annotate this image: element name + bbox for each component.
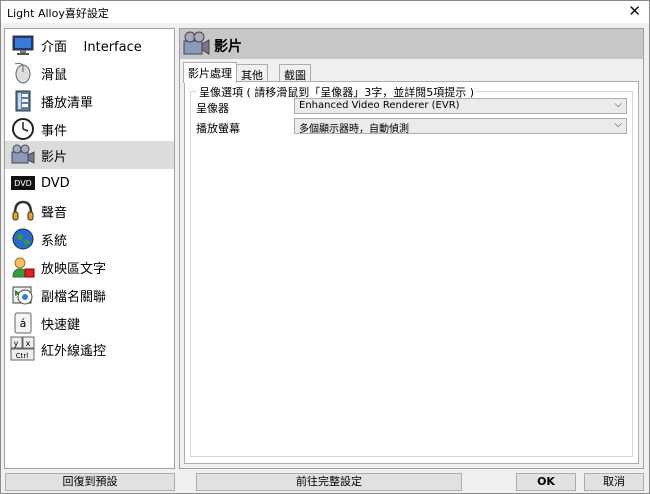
sidebar-item-osd-text[interactable]: 放映區文字 bbox=[5, 253, 174, 281]
playlist-icon bbox=[10, 89, 36, 113]
sidebar-item-system[interactable]: 系統 bbox=[5, 225, 174, 253]
hotkey-icon: á bbox=[10, 311, 36, 335]
tab-video-processing[interactable]: 影片處理 bbox=[183, 62, 237, 83]
cancel-button[interactable]: 取消 bbox=[584, 473, 644, 491]
settings-panel: 影片 影片處理 其他 截圖 呈像選項 ( 請移滑鼠到「呈像器」3字，並詳閱5項提… bbox=[179, 28, 644, 469]
sidebar-item-remote[interactable]: y x Ctrl 紅外線遙控 bbox=[5, 335, 174, 363]
sidebar-item-file-association[interactable]: 副檔名關聯 bbox=[5, 281, 174, 309]
sidebar-item-label: 播放清單 bbox=[41, 95, 94, 111]
render-options-group: 呈像選項 ( 請移滑鼠到「呈像器」3字，並詳閱5項提示 ) 呈像器 Enhanc… bbox=[190, 84, 633, 457]
ok-button[interactable]: OK bbox=[516, 473, 576, 491]
screen-label: 播放螢幕 bbox=[196, 122, 240, 135]
preferences-window: Light Alloy喜好設定 ✕ 介面 Interface 滑鼠 播放清單 事… bbox=[0, 0, 650, 494]
reset-defaults-button[interactable]: 回復到預設 bbox=[5, 473, 175, 491]
screen-value: 多個顯示器時，自動偵測 bbox=[299, 124, 409, 135]
sidebar-item-audio[interactable]: 聲音 bbox=[5, 197, 174, 225]
svg-text:x: x bbox=[26, 339, 31, 348]
sidebar-item-dvd[interactable]: DVD DVD bbox=[5, 169, 174, 197]
renderer-value: Enhanced Video Renderer (EVR) bbox=[299, 100, 460, 111]
sidebar-item-video[interactable]: 影片 bbox=[5, 141, 174, 169]
globe-icon bbox=[10, 227, 36, 251]
renderer-label[interactable]: 呈像器 bbox=[196, 100, 229, 116]
page-title: 影片 bbox=[214, 39, 242, 55]
sidebar-item-label: 快速鍵 bbox=[41, 317, 81, 333]
dvd-icon: DVD bbox=[10, 171, 36, 195]
camera-icon bbox=[10, 143, 36, 167]
user-text-icon bbox=[10, 255, 36, 279]
window-title: Light Alloy喜好設定 bbox=[7, 7, 109, 20]
sidebar-item-label: 事件 bbox=[41, 123, 68, 139]
sidebar-item-label: 介面 Interface bbox=[41, 39, 142, 55]
svg-text:DVD: DVD bbox=[14, 179, 32, 188]
tab-screenshot[interactable]: 截圖 bbox=[279, 64, 311, 82]
sidebar-item-events[interactable]: 事件 bbox=[5, 115, 174, 143]
svg-text:á: á bbox=[20, 317, 27, 330]
sidebar-item-interface[interactable]: 介面 Interface bbox=[5, 31, 174, 59]
headphones-icon bbox=[10, 199, 36, 223]
screen-dropdown[interactable]: 多個顯示器時，自動偵測 ⌵ bbox=[294, 118, 627, 135]
chevron-down-icon: ⌵ bbox=[614, 99, 622, 110]
sidebar-item-label: 聲音 bbox=[41, 205, 68, 221]
sidebar-item-mouse[interactable]: 滑鼠 bbox=[5, 59, 174, 87]
sidebar-item-playlist[interactable]: 播放清單 bbox=[5, 87, 174, 115]
category-sidebar: 介面 Interface 滑鼠 播放清單 事件 影片 DVD DVD 聲音 系統… bbox=[4, 28, 175, 469]
sidebar-item-label: DVD bbox=[41, 175, 70, 191]
camera-icon bbox=[182, 30, 210, 58]
panel-header: 影片 bbox=[180, 29, 643, 59]
svg-text:y: y bbox=[14, 339, 19, 348]
mouse-icon bbox=[10, 61, 36, 85]
sidebar-item-label: 滑鼠 bbox=[41, 67, 68, 83]
tab-page: 呈像選項 ( 請移滑鼠到「呈像器」3字，並詳閱5項提示 ) 呈像器 Enhanc… bbox=[184, 81, 639, 464]
close-icon[interactable]: ✕ bbox=[628, 2, 641, 20]
sidebar-item-hotkeys[interactable]: á 快速鍵 bbox=[5, 309, 174, 337]
sidebar-item-label: 紅外線遙控 bbox=[41, 343, 107, 359]
chevron-down-icon: ⌵ bbox=[614, 119, 622, 130]
full-settings-button[interactable]: 前往完整設定 bbox=[196, 473, 462, 491]
clock-icon bbox=[10, 117, 36, 141]
renderer-dropdown[interactable]: Enhanced Video Renderer (EVR) ⌵ bbox=[294, 98, 627, 114]
remote-icon: y x Ctrl bbox=[10, 336, 36, 361]
svg-text:Ctrl: Ctrl bbox=[16, 352, 29, 360]
monitor-icon bbox=[10, 33, 36, 57]
file-association-icon bbox=[10, 283, 36, 307]
sidebar-item-label: 系統 bbox=[41, 233, 68, 249]
tab-other[interactable]: 其他 bbox=[236, 64, 268, 82]
sidebar-item-label: 影片 bbox=[41, 149, 68, 165]
title-bar: Light Alloy喜好設定 ✕ bbox=[1, 1, 649, 23]
sidebar-item-label: 放映區文字 bbox=[41, 261, 107, 277]
sidebar-item-label: 副檔名關聯 bbox=[41, 289, 107, 305]
